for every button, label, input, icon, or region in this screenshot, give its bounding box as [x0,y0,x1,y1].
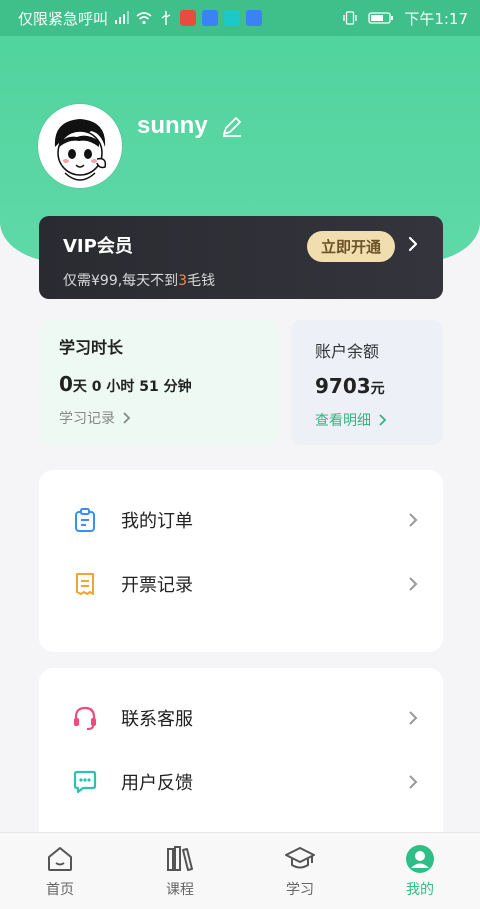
bottom-navigation: 首页 课程 学习 我的 [0,832,480,909]
nav-item-home[interactable]: 首页 [0,833,120,909]
app-notification-icon [224,10,241,26]
books-icon [164,843,196,875]
avatar-cartoon-icon [41,107,119,185]
menu-item-customer-service[interactable]: 联系客服 [39,686,443,750]
menu-item-feedback[interactable]: 用户反馈 [39,750,443,814]
study-record-link[interactable]: 学习记录 [59,408,259,428]
battery-icon [368,10,394,26]
carrier-text: 仅限紧急呼叫 [18,9,109,28]
nav-label: 我的 [406,882,434,898]
balance-details-link[interactable]: 查看明细 [315,410,419,430]
balance-details-label: 查看明细 [315,413,371,429]
status-bar: 仅限紧急呼叫 下午1:17 [0,0,480,36]
balance-label: 账户余额 [315,342,380,361]
graduation-cap-icon [284,843,316,875]
study-time-value: 0天 0 小时 51 分钟 [59,372,259,396]
chevron-right-icon [407,773,419,791]
study-days-unit: 天 [72,379,87,395]
menu-item-label: 用户反馈 [121,773,193,794]
balance-unit: 元 [370,381,385,397]
study-days-value: 0 [59,372,73,396]
nav-item-courses[interactable]: 课程 [120,833,240,909]
clock-time: 下午1:17 [404,9,468,28]
menu-item-orders[interactable]: 我的订单 [39,488,443,552]
menu-item-label: 开票记录 [121,575,193,596]
vip-desc-highlight: 3 [178,273,188,289]
balance-amount: 9703 [315,374,371,398]
menu-item-invoices[interactable]: 开票记录 [39,552,443,616]
avatar[interactable] [38,104,122,188]
balance-card[interactable]: 账户余额 9703元 查看明细 [291,320,443,445]
chevron-right-icon [407,575,419,593]
app-notification-icon [180,10,197,26]
profile-icon [404,843,436,875]
vip-description: 仅需¥99,每天不到3毛钱 [63,270,419,290]
chevron-right-icon [407,511,419,529]
usb-icon [158,10,174,26]
stats-row: 学习时长 0天 0 小时 51 分钟 学习记录 账户余额 9703元 查看明细 [39,320,443,445]
wifi-icon [136,10,152,26]
edit-pencil-icon[interactable] [220,114,244,138]
vip-open-button[interactable]: 立即开通 [306,231,395,262]
study-hours-minutes: 0 小时 51 分钟 [91,379,192,395]
study-record-label: 学习记录 [59,411,115,427]
vibrate-icon [342,10,358,26]
study-time-label: 学习时长 [59,338,124,357]
username-row: sunny [137,112,244,140]
menu-item-label: 我的订单 [121,511,193,532]
balance-value: 9703元 [315,374,419,398]
username: sunny [137,112,208,139]
nav-item-profile[interactable]: 我的 [360,833,480,909]
vip-desc-prefix: 仅需¥99,每天不到 [63,273,179,289]
signal-icon [114,10,130,26]
home-icon [44,843,76,875]
nav-label: 首页 [46,882,74,898]
app-notification-icon [246,10,263,26]
invoice-icon [71,570,99,598]
app-notification-icon [202,10,219,26]
vip-desc-suffix: 毛钱 [187,273,216,289]
feedback-icon [71,768,99,796]
chevron-right-icon [379,414,387,426]
menu-item-label: 联系客服 [121,709,193,730]
nav-item-study[interactable]: 学习 [240,833,360,909]
order-icon [71,506,99,534]
study-time-card[interactable]: 学习时长 0天 0 小时 51 分钟 学习记录 [39,320,279,445]
vip-card[interactable]: VIP会员 仅需¥99,每天不到3毛钱 立即开通 [39,216,443,299]
headset-icon [71,704,99,732]
chevron-right-icon [407,709,419,727]
chevron-right-icon[interactable] [405,234,421,254]
orders-menu-card: 我的订单 开票记录 [39,470,443,652]
nav-label: 学习 [286,882,314,898]
chevron-right-icon [123,412,131,424]
nav-label: 课程 [166,882,194,898]
